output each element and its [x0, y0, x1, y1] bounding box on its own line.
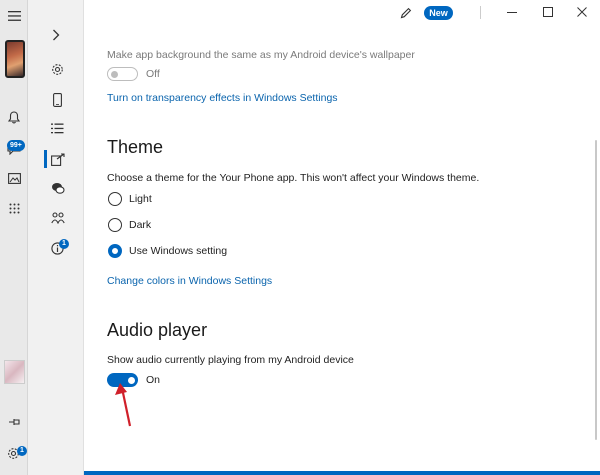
annotation-arrow-icon [115, 383, 132, 427]
theme-description: Choose a theme for the Your Phone app. T… [107, 172, 480, 184]
wallpaper-toggle[interactable] [107, 67, 138, 81]
audio-player-heading: Audio player [107, 320, 208, 340]
apps-grid-icon[interactable] [7, 201, 21, 215]
selection-indicator [44, 150, 47, 168]
wallpaper-toggle-state: Off [146, 68, 160, 80]
phone-screen-icon[interactable] [50, 152, 65, 166]
audio-player-toggle-state: On [146, 374, 161, 386]
bottom-accent-line [84, 471, 600, 475]
maximize-icon[interactable] [542, 6, 554, 18]
list-icon[interactable] [50, 122, 64, 135]
theme-dark-radio[interactable] [108, 218, 122, 232]
hamburger-icon[interactable] [7, 10, 21, 22]
theme-windows-label: Use Windows setting [129, 245, 228, 257]
chevron-right-icon[interactable] [50, 28, 62, 42]
close-icon[interactable] [576, 6, 588, 18]
pin-icon[interactable] [7, 416, 21, 428]
titlebar-divider [480, 6, 481, 19]
bell-icon[interactable] [7, 110, 21, 124]
change-colors-link[interactable]: Change colors in Windows Settings [107, 275, 272, 287]
wallpaper-setting-label: Make app background the same as my Andro… [107, 49, 415, 61]
gear-icon[interactable] [50, 62, 64, 76]
title-bar: New [84, 0, 600, 26]
settings-badge: 1 [17, 446, 27, 456]
theme-light-label: Light [129, 193, 152, 205]
phone-wallpaper-thumbnail[interactable] [5, 40, 25, 78]
transparency-settings-link[interactable]: Turn on transparency effects in Windows … [107, 92, 338, 104]
app-thumbnail[interactable] [4, 360, 25, 384]
info-badge: 1 [59, 239, 69, 249]
outer-rail: 99+ 1 [0, 0, 28, 475]
theme-dark-label: Dark [129, 219, 152, 231]
audio-player-description: Show audio currently playing from my And… [107, 354, 354, 366]
theme-heading: Theme [107, 137, 164, 157]
settings-nav: 1 [28, 0, 84, 475]
theme-light-radio[interactable] [108, 192, 122, 206]
pen-icon[interactable] [399, 6, 413, 20]
phone-icon[interactable] [51, 92, 63, 107]
people-icon[interactable] [50, 211, 65, 225]
theme-windows-radio[interactable] [108, 244, 122, 258]
chat-icon[interactable] [50, 181, 65, 195]
notification-badge: 99+ [7, 140, 25, 151]
new-button[interactable]: New [424, 6, 453, 20]
photos-icon[interactable] [7, 172, 21, 184]
minimize-icon[interactable] [506, 6, 518, 18]
scrollbar[interactable] [595, 140, 597, 440]
